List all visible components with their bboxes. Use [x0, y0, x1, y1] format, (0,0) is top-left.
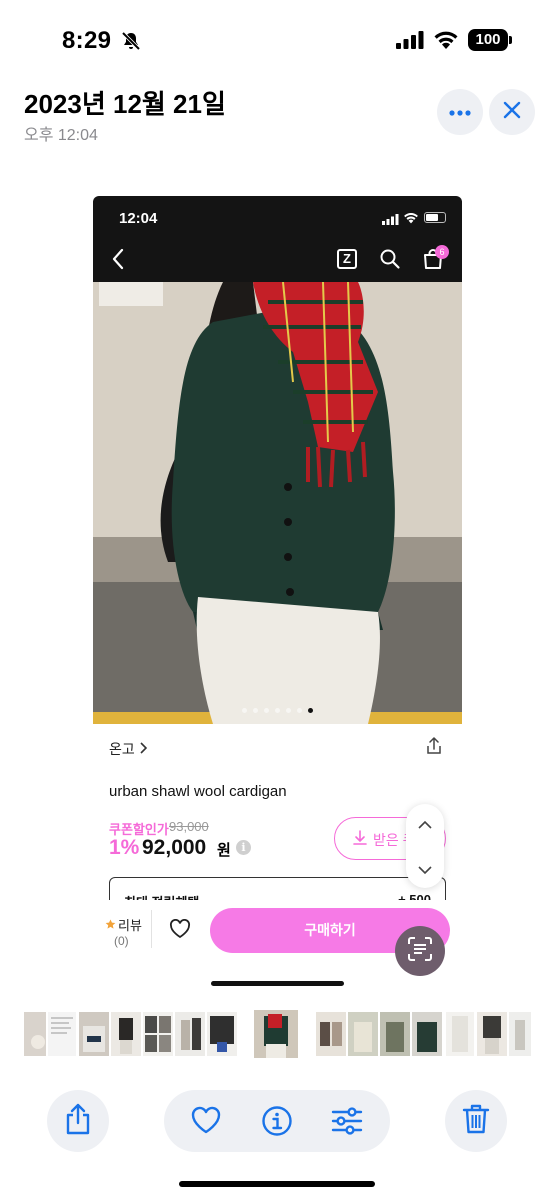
thumbnail[interactable]: [348, 1012, 378, 1056]
visual-lookup-button[interactable]: [395, 926, 445, 976]
photo-time-subtitle: 오후 12:04: [24, 127, 98, 144]
currency-unit: 원: [217, 842, 231, 859]
page-dot: [308, 708, 313, 713]
info-icon[interactable]: i: [236, 840, 251, 855]
more-options-button[interactable]: [437, 89, 483, 135]
thumbnail[interactable]: [380, 1012, 410, 1056]
thumbnail[interactable]: [207, 1012, 237, 1056]
thumbnail[interactable]: [509, 1012, 531, 1056]
inner-battery-icon: [424, 212, 446, 223]
search-icon[interactable]: [379, 248, 401, 275]
page-dot: [275, 708, 280, 713]
page-dot: [242, 708, 247, 713]
status-time: 8:29: [62, 27, 112, 54]
cart-count-badge: 6: [435, 245, 449, 259]
status-bar: 8:29 100: [0, 0, 554, 80]
z-logo-icon[interactable]: Z: [337, 249, 357, 269]
image-page-dots: [93, 708, 462, 713]
original-price: 93,000: [169, 819, 209, 834]
discount-rate: 1%: [109, 836, 140, 859]
close-button[interactable]: [489, 89, 535, 135]
adjust-icon[interactable]: [331, 1105, 363, 1142]
wifi-icon: [433, 30, 459, 55]
thumbnail[interactable]: [412, 1012, 442, 1056]
battery-indicator: 100: [468, 29, 512, 51]
delete-button[interactable]: [445, 1090, 507, 1152]
inner-status-time: 12:04: [119, 210, 158, 227]
thumbnail[interactable]: [24, 1012, 46, 1056]
ellipsis-icon: [449, 103, 471, 121]
page-dot: [264, 708, 269, 713]
photo-actions-group: [164, 1090, 390, 1152]
page-dot: [253, 708, 258, 713]
heart-icon[interactable]: [190, 1105, 222, 1140]
cellular-signal-icon: [396, 31, 424, 54]
thumbnail-strip[interactable]: [0, 1010, 554, 1058]
review-label[interactable]: 리뷰: [118, 915, 142, 934]
share-button[interactable]: [47, 1090, 109, 1152]
star-icon: [105, 917, 116, 935]
inner-wifi-icon: [403, 211, 419, 229]
scroll-control[interactable]: [406, 804, 444, 888]
thumbnail[interactable]: [143, 1012, 173, 1056]
heart-icon[interactable]: [169, 918, 191, 944]
inner-home-indicator: [211, 981, 344, 986]
chevron-up-icon[interactable]: [418, 816, 432, 834]
info-icon[interactable]: [261, 1105, 293, 1142]
live-text-icon: [407, 936, 433, 967]
download-icon: [353, 830, 367, 851]
photo-date-title: 2023년 12월 21일: [24, 89, 226, 119]
thumbnail[interactable]: [79, 1012, 109, 1056]
divider: [151, 910, 152, 948]
product-photo[interactable]: [93, 282, 462, 724]
review-count: (0): [114, 934, 129, 948]
page-dot: [286, 708, 291, 713]
brand-link[interactable]: 온고: [109, 739, 135, 759]
trash-icon: [462, 1103, 490, 1140]
thumbnail[interactable]: [48, 1012, 76, 1056]
thumbnail[interactable]: [175, 1012, 205, 1056]
product-name: urban shawl wool cardigan: [109, 783, 287, 800]
chevron-down-icon[interactable]: [418, 862, 432, 880]
share-icon[interactable]: [426, 736, 442, 760]
close-icon: [503, 101, 521, 124]
screenshot-photo: 12:04 Z 6 온고 urban shawl wool cardigan 쿠…: [93, 196, 462, 994]
thumbnail[interactable]: [477, 1012, 507, 1056]
chevron-right-icon: [139, 741, 148, 759]
thumbnail-selected[interactable]: [254, 1010, 298, 1058]
share-icon: [65, 1103, 91, 1140]
home-indicator: [179, 1181, 375, 1187]
thumbnail[interactable]: [316, 1012, 346, 1056]
bell-slash-icon: [120, 30, 142, 57]
app-header: 12:04 Z 6: [93, 196, 462, 282]
thumbnail[interactable]: [111, 1012, 141, 1056]
inner-signal-icon: [382, 212, 399, 230]
back-chevron-icon[interactable]: [111, 248, 125, 275]
sale-price: 92,000: [142, 836, 207, 859]
page-dot: [297, 708, 302, 713]
thumbnail[interactable]: [446, 1012, 474, 1056]
